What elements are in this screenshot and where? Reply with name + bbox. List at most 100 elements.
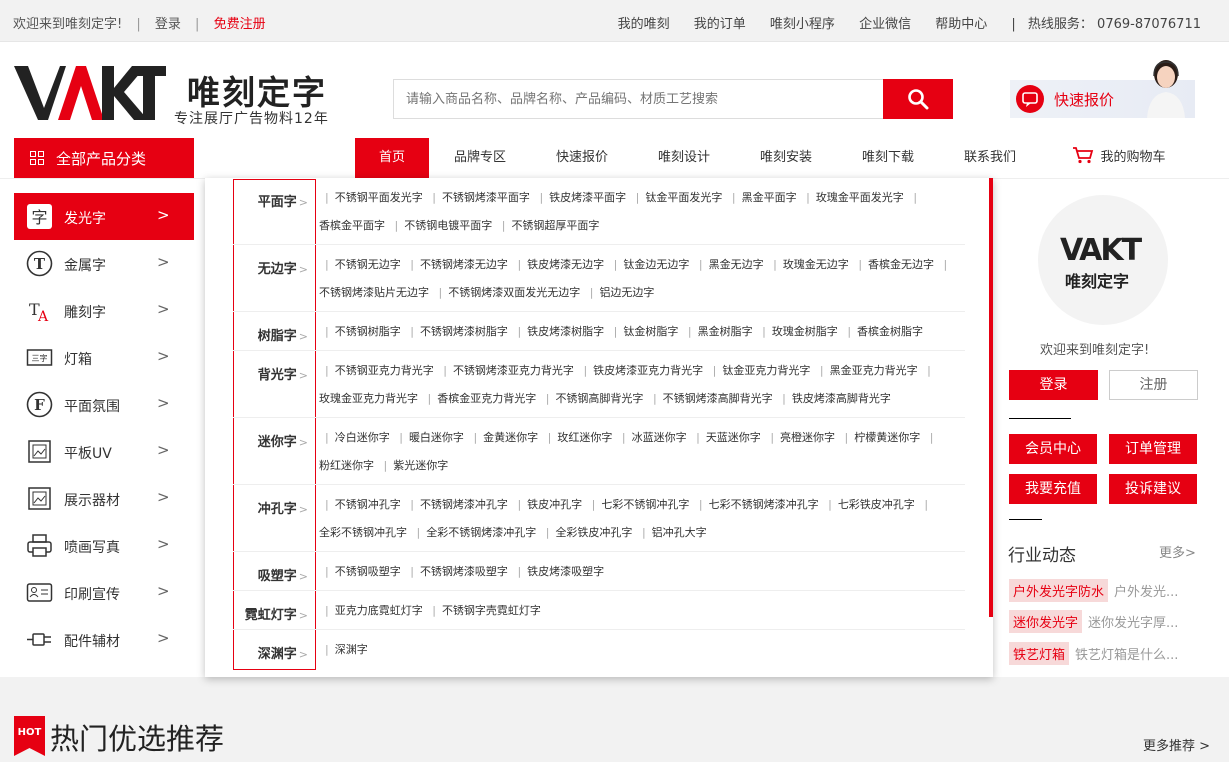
nav-design[interactable]: 唯刻设计 bbox=[649, 138, 719, 178]
product-link[interactable]: 钛金亚克力背光字 bbox=[722, 364, 810, 377]
more-recommend-link[interactable]: 更多推荐 > bbox=[1143, 735, 1210, 754]
product-link[interactable]: 铁皮烤漆平面字 bbox=[549, 191, 626, 204]
news-more-link[interactable]: 更多> bbox=[1159, 542, 1196, 561]
product-link[interactable]: 柠檬黄迷你字 bbox=[854, 431, 920, 444]
product-link[interactable]: 黑金亚克力背光字 bbox=[830, 364, 918, 377]
my-orders-link[interactable]: 我的订单 bbox=[694, 17, 746, 32]
product-link[interactable]: 不锈钢亚克力背光字 bbox=[335, 364, 434, 377]
product-link[interactable]: 亮橙迷你字 bbox=[780, 431, 835, 444]
wecom-link[interactable]: 企业微信 bbox=[859, 17, 911, 32]
product-link[interactable]: 铁皮烤漆高脚背光字 bbox=[792, 392, 891, 405]
product-link[interactable]: 紫光迷你字 bbox=[393, 459, 448, 472]
product-link[interactable]: 铁皮烤漆吸塑字 bbox=[527, 565, 604, 578]
product-link[interactable]: 深渊字 bbox=[335, 643, 368, 656]
category-heading[interactable]: 吸塑字 > bbox=[233, 565, 308, 584]
my-vakt-link[interactable]: 我的唯刻 bbox=[618, 17, 670, 32]
sidebar-item-carved-letters[interactable]: TA 雕刻字 > bbox=[14, 287, 194, 334]
category-heading[interactable]: 树脂字 > bbox=[233, 325, 308, 344]
product-link[interactable]: 不锈钢烤漆吸塑字 bbox=[420, 565, 508, 578]
product-link[interactable]: 铁皮烤漆无边字 bbox=[527, 258, 604, 271]
product-link[interactable]: 金黄迷你字 bbox=[483, 431, 538, 444]
sidebar-item-flatbed-uv[interactable]: 平板UV > bbox=[14, 428, 194, 475]
quick-quote-banner[interactable]: 快速报价 bbox=[1010, 60, 1195, 118]
product-link[interactable]: 铁皮烤漆树脂字 bbox=[527, 325, 604, 338]
category-heading[interactable]: 平面字 > bbox=[233, 191, 308, 210]
product-link[interactable]: 不锈钢冲孔字 bbox=[335, 498, 401, 511]
product-link[interactable]: 黑金树脂字 bbox=[698, 325, 753, 338]
nav-brand-zone[interactable]: 品牌专区 bbox=[445, 138, 515, 178]
product-link[interactable]: 香槟金无边字 bbox=[868, 258, 934, 271]
product-link[interactable]: 不锈钢字壳霓虹灯字 bbox=[442, 604, 541, 617]
member-center-button[interactable]: 会员中心 bbox=[1009, 434, 1097, 464]
product-link[interactable]: 不锈钢吸塑字 bbox=[335, 565, 401, 578]
product-link[interactable]: 不锈钢烤漆无边字 bbox=[420, 258, 508, 271]
sidebar-item-display-equipment[interactable]: 展示器材 > bbox=[14, 475, 194, 522]
mini-program-link[interactable]: 唯刻小程序 bbox=[770, 17, 835, 32]
product-link[interactable]: 冰蓝迷你字 bbox=[632, 431, 687, 444]
nav-quick-quote[interactable]: 快速报价 bbox=[547, 138, 617, 178]
product-link[interactable]: 不锈钢烤漆高脚背光字 bbox=[663, 392, 773, 405]
category-heading[interactable]: 迷你字 > bbox=[233, 431, 308, 450]
search-button[interactable] bbox=[883, 79, 953, 119]
product-link[interactable]: 不锈钢无边字 bbox=[335, 258, 401, 271]
product-link[interactable]: 七彩不锈钢冲孔字 bbox=[601, 498, 689, 511]
sidebar-item-luminous-letters[interactable]: 字 发光字 > bbox=[14, 193, 194, 240]
product-link[interactable]: 冷白迷你字 bbox=[335, 431, 390, 444]
product-link[interactable]: 不锈钢烤漆贴片无边字 bbox=[319, 286, 429, 299]
site-logo[interactable]: 唯刻定字 专注展厅广告物料12年 bbox=[14, 64, 344, 127]
product-link[interactable]: 玫红迷你字 bbox=[557, 431, 612, 444]
product-link[interactable]: 全彩不锈钢冲孔字 bbox=[319, 526, 407, 539]
category-heading[interactable]: 霓虹灯字 > bbox=[233, 604, 308, 623]
register-button[interactable]: 注册 bbox=[1109, 370, 1198, 400]
product-link[interactable]: 钛金边无边字 bbox=[623, 258, 689, 271]
nav-cart[interactable]: 我的购物车 bbox=[1059, 138, 1179, 178]
product-link[interactable]: 不锈钢烤漆冲孔字 bbox=[420, 498, 508, 511]
product-link[interactable]: 不锈钢烤漆树脂字 bbox=[420, 325, 508, 338]
category-heading[interactable]: 深渊字 > bbox=[233, 643, 308, 662]
login-link[interactable]: 登录 bbox=[155, 17, 181, 32]
sidebar-item-accessories[interactable]: 配件辅材 > bbox=[14, 616, 194, 663]
category-heading[interactable]: 无边字 > bbox=[233, 258, 308, 277]
news-item[interactable]: 户外发光字防水 户外发光... bbox=[1009, 579, 1178, 602]
help-center-link[interactable]: 帮助中心 bbox=[935, 17, 987, 32]
product-link[interactable]: 不锈钢烤漆平面字 bbox=[442, 191, 530, 204]
nav-download[interactable]: 唯刻下载 bbox=[853, 138, 923, 178]
product-link[interactable]: 钛金平面发光字 bbox=[645, 191, 722, 204]
product-link[interactable]: 不锈钢树脂字 bbox=[335, 325, 401, 338]
category-heading[interactable]: 背光字 > bbox=[233, 364, 308, 383]
search-input[interactable] bbox=[394, 80, 884, 118]
sidebar-item-print-promo[interactable]: 印刷宣传 > bbox=[14, 569, 194, 616]
product-link[interactable]: 暖白迷你字 bbox=[409, 431, 464, 444]
product-link[interactable]: 不锈钢超厚平面字 bbox=[511, 219, 599, 232]
product-link[interactable]: 不锈钢平面发光字 bbox=[335, 191, 423, 204]
nav-contact[interactable]: 联系我们 bbox=[955, 138, 1025, 178]
sidebar-item-flat-ambience[interactable]: F 平面氛围 > bbox=[14, 381, 194, 428]
login-button[interactable]: 登录 bbox=[1009, 370, 1098, 400]
product-link[interactable]: 钛金树脂字 bbox=[623, 325, 678, 338]
all-categories-button[interactable]: 全部产品分类 bbox=[14, 138, 194, 178]
product-link[interactable]: 香槟金树脂字 bbox=[857, 325, 923, 338]
sidebar-item-inkjet-printing[interactable]: 喷画写真 > bbox=[14, 522, 194, 569]
product-link[interactable]: 铁皮烤漆亚克力背光字 bbox=[593, 364, 703, 377]
product-link[interactable]: 全彩铁皮冲孔字 bbox=[555, 526, 632, 539]
product-link[interactable]: 香槟金亚克力背光字 bbox=[437, 392, 536, 405]
product-link[interactable]: 全彩不锈钢烤漆冲孔字 bbox=[426, 526, 536, 539]
product-link[interactable]: 黑金平面字 bbox=[742, 191, 797, 204]
product-link[interactable]: 黑金无边字 bbox=[709, 258, 764, 271]
product-link[interactable]: 不锈钢电镀平面字 bbox=[404, 219, 492, 232]
product-link[interactable]: 不锈钢高脚背光字 bbox=[555, 392, 643, 405]
product-link[interactable]: 玫瑰金树脂字 bbox=[772, 325, 838, 338]
nav-home[interactable]: 首页 bbox=[355, 138, 429, 178]
news-item[interactable]: 迷你发光字 迷你发光字厚... bbox=[1009, 610, 1178, 633]
sidebar-item-lightbox[interactable]: 三字 灯箱 > bbox=[14, 334, 194, 381]
recharge-button[interactable]: 我要充值 bbox=[1009, 474, 1097, 504]
category-heading[interactable]: 冲孔字 > bbox=[233, 498, 308, 517]
order-management-button[interactable]: 订单管理 bbox=[1109, 434, 1197, 464]
panel-scrollbar[interactable] bbox=[989, 178, 993, 617]
product-link[interactable]: 不锈钢烤漆双面发光无边字 bbox=[448, 286, 580, 299]
product-link[interactable]: 亚克力底霓虹灯字 bbox=[335, 604, 423, 617]
product-link[interactable]: 香槟金平面字 bbox=[319, 219, 385, 232]
product-link[interactable]: 粉红迷你字 bbox=[319, 459, 374, 472]
product-link[interactable]: 玫瑰金平面发光字 bbox=[816, 191, 904, 204]
product-link[interactable]: 铁皮冲孔字 bbox=[527, 498, 582, 511]
